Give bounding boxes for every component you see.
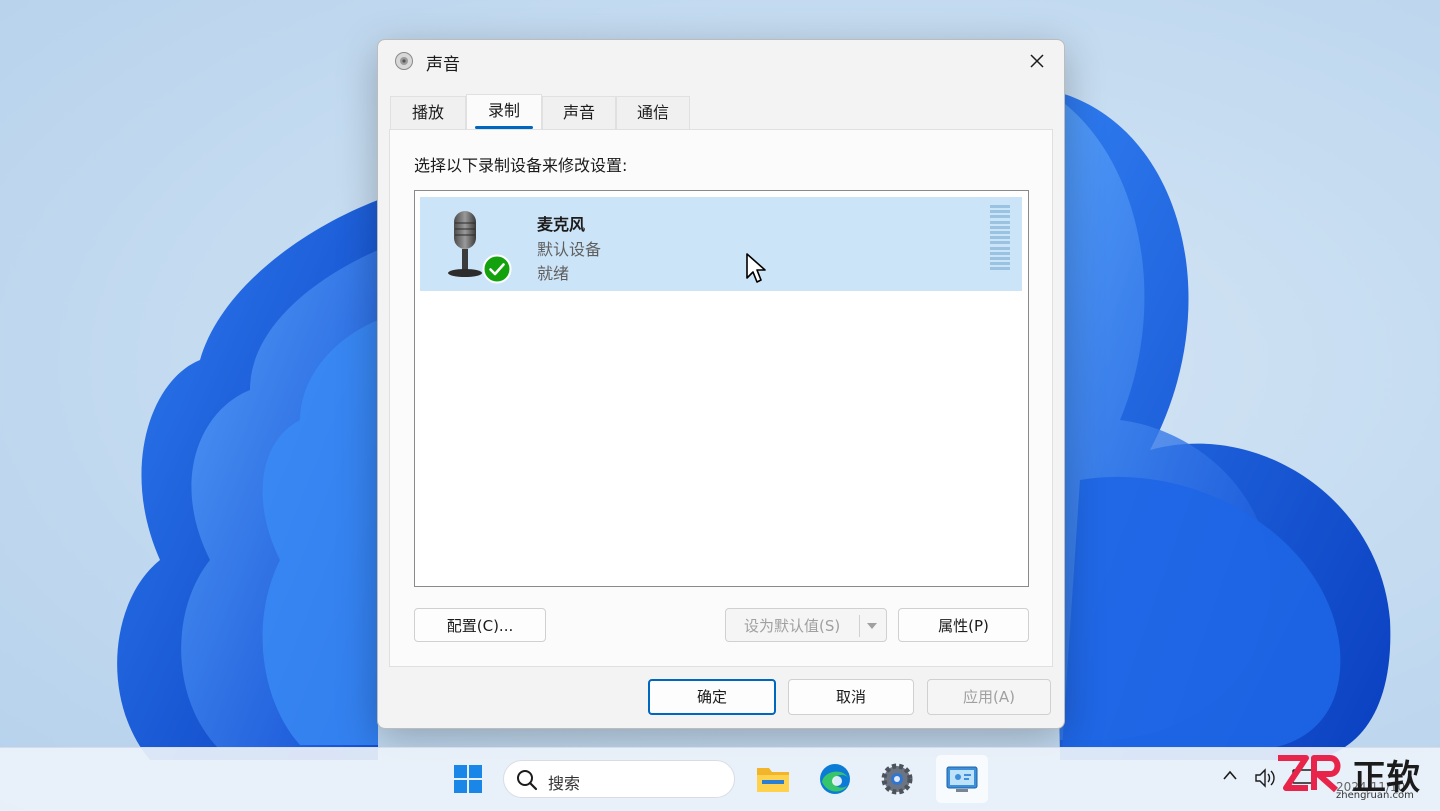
brand-url: zhengruan.com — [1336, 790, 1414, 801]
settings-button[interactable] — [876, 758, 918, 800]
tab-communications[interactable]: 通信 — [616, 96, 690, 129]
cancel-label: 取消 — [835, 688, 866, 706]
search-placeholder: 搜索 — [548, 774, 581, 793]
speaker-icon — [395, 52, 413, 70]
close-button[interactable] — [1020, 46, 1054, 76]
configure-label: 配置(C)... — [446, 617, 514, 635]
properties-button[interactable]: 属性(P) — [898, 608, 1029, 642]
chevron-down-icon — [867, 623, 877, 629]
chevron-up-icon — [1223, 770, 1237, 780]
tab-label: 播放 — [411, 103, 444, 122]
brand-watermark: 正软 zhengruan.com — [1270, 748, 1440, 810]
device-default-label: 默认设备 — [537, 240, 602, 259]
tab-sounds[interactable]: 声音 — [542, 96, 616, 129]
edge-button[interactable] — [814, 758, 856, 800]
ok-button[interactable]: 确定 — [648, 679, 776, 715]
tab-label: 通信 — [636, 103, 669, 122]
zr-logo-icon — [1278, 755, 1341, 793]
control-panel-icon — [946, 766, 978, 792]
properties-label: 属性(P) — [938, 617, 989, 635]
tab-label: 声音 — [562, 103, 595, 122]
sound-dialog: 声音 播放 录制 声音 通信 选择以下录制设备来修改设置: 麦克风 默认设备 就… — [377, 39, 1065, 729]
recording-panel: 选择以下录制设备来修改设置: 麦克风 默认设备 就绪 配置(C)... 设为默认… — [389, 129, 1053, 667]
ok-label: 确定 — [696, 688, 727, 706]
configure-button[interactable]: 配置(C)... — [414, 608, 546, 642]
edge-icon — [820, 764, 850, 794]
device-item-microphone[interactable]: 麦克风 默认设备 就绪 — [420, 197, 1022, 291]
file-explorer-icon — [757, 768, 789, 792]
dialog-title: 声音 — [426, 55, 460, 75]
tab-recording[interactable]: 录制 — [466, 94, 542, 131]
start-button[interactable] — [447, 758, 489, 800]
close-icon — [1030, 54, 1044, 68]
apply-label: 应用(A) — [963, 688, 1015, 706]
start-icon — [454, 765, 482, 793]
tab-playback[interactable]: 播放 — [390, 96, 466, 129]
default-check-icon — [482, 254, 512, 284]
search-icon — [517, 770, 538, 791]
set-default-label: 设为默认值(S) — [744, 617, 841, 635]
split-separator — [859, 615, 860, 637]
device-name: 麦克风 — [537, 215, 586, 234]
mouse-cursor-icon — [746, 253, 766, 283]
tray-overflow-button[interactable] — [1222, 766, 1238, 785]
tab-label: 录制 — [487, 101, 520, 120]
apply-button[interactable]: 应用(A) — [927, 679, 1051, 715]
taskbar-search[interactable]: 搜索 — [503, 760, 735, 798]
dialog-titlebar[interactable]: 声音 — [378, 40, 1064, 84]
taskbar: 搜索 2024/11/10 正软 zhengruan.com — [0, 747, 1440, 811]
instruction-text: 选择以下录制设备来修改设置: — [414, 156, 628, 175]
device-status: 就绪 — [537, 264, 570, 283]
set-default-button[interactable]: 设为默认值(S) — [725, 608, 887, 642]
cancel-button[interactable]: 取消 — [788, 679, 914, 715]
set-default-dropdown[interactable] — [864, 609, 880, 643]
file-explorer-button[interactable] — [752, 758, 794, 800]
device-list[interactable]: 麦克风 默认设备 就绪 — [414, 190, 1029, 587]
level-meter — [990, 205, 1010, 273]
control-panel-button[interactable] — [936, 755, 988, 803]
settings-icon — [881, 763, 913, 795]
